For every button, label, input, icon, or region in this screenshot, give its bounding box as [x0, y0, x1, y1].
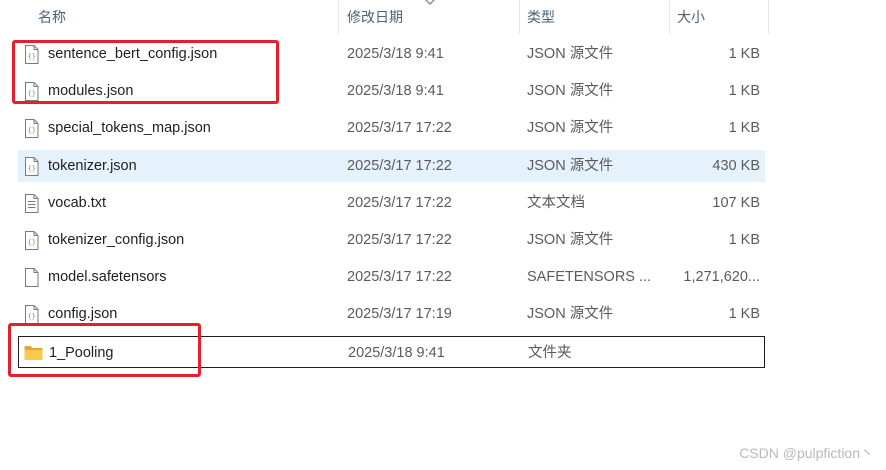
- file-name: tokenizer_config.json: [48, 232, 185, 248]
- file-row[interactable]: vocab.txt 2025/3/17 17:22 文本文档 107 KB: [18, 187, 765, 219]
- file-size: 1 KB: [728, 306, 760, 322]
- file-type: JSON 源文件: [527, 306, 614, 322]
- file-name: model.safetensors: [48, 269, 167, 285]
- file-name: tokenizer.json: [48, 158, 137, 174]
- column-header-date[interactable]: 修改日期: [347, 0, 403, 34]
- file-row[interactable]: {} tokenizer_config.json 2025/3/17 17:22…: [18, 224, 765, 256]
- file-type: JSON 源文件: [527, 46, 614, 62]
- json-file-icon: {}: [25, 157, 39, 176]
- file-size: 430 KB: [712, 158, 760, 174]
- file-explorer: 名称 修改日期 类型 大小 {} sentence_bert_config.js…: [0, 0, 886, 470]
- file-date: 2025/3/17 17:19: [347, 306, 452, 322]
- column-divider[interactable]: [768, 0, 769, 34]
- file-size: 1 KB: [728, 120, 760, 136]
- file-date: 2025/3/18 9:41: [347, 83, 444, 99]
- sort-chevron-icon: [425, 0, 435, 5]
- text-file-icon: [25, 194, 39, 213]
- svg-text:{}: {}: [28, 127, 36, 135]
- annotation-highlight-box: [12, 40, 279, 104]
- file-date: 2025/3/18 9:41: [348, 345, 445, 361]
- file-type: JSON 源文件: [527, 232, 614, 248]
- file-type: 文件夹: [528, 345, 572, 361]
- column-divider[interactable]: [519, 0, 520, 34]
- column-header-size[interactable]: 大小: [677, 0, 705, 34]
- file-size: 1 KB: [728, 46, 760, 62]
- file-row[interactable]: {} special_tokens_map.json 2025/3/17 17:…: [18, 112, 765, 144]
- column-divider[interactable]: [669, 0, 670, 34]
- generic-file-icon: [25, 268, 39, 287]
- file-type: 文本文档: [527, 195, 585, 211]
- file-size: 107 KB: [712, 195, 760, 211]
- svg-text:{}: {}: [28, 313, 36, 321]
- column-divider[interactable]: [338, 0, 339, 34]
- svg-text:{}: {}: [28, 165, 36, 173]
- json-file-icon: {}: [25, 119, 39, 138]
- file-date: 2025/3/17 17:22: [347, 195, 452, 211]
- file-date: 2025/3/17 17:22: [347, 232, 452, 248]
- annotation-highlight-box: [8, 323, 201, 377]
- file-size: 1 KB: [728, 83, 760, 99]
- file-size: 1 KB: [728, 232, 760, 248]
- file-date: 2025/3/17 17:22: [347, 158, 452, 174]
- file-size: 1,271,620...: [683, 269, 760, 285]
- json-file-icon: {}: [25, 305, 39, 324]
- file-row[interactable]: model.safetensors 2025/3/17 17:22 SAFETE…: [18, 261, 765, 293]
- file-date: 2025/3/17 17:22: [347, 120, 452, 136]
- svg-text:{}: {}: [28, 239, 36, 247]
- column-header: 名称 修改日期 类型 大小: [0, 0, 886, 34]
- column-header-type[interactable]: 类型: [527, 0, 555, 34]
- file-type: JSON 源文件: [527, 158, 614, 174]
- file-type: JSON 源文件: [527, 83, 614, 99]
- file-name: vocab.txt: [48, 195, 107, 211]
- file-date: 2025/3/18 9:41: [347, 46, 444, 62]
- column-header-name[interactable]: 名称: [38, 0, 66, 34]
- file-date: 2025/3/17 17:22: [347, 269, 452, 285]
- file-name: special_tokens_map.json: [48, 120, 211, 136]
- file-row[interactable]: {} tokenizer.json 2025/3/17 17:22 JSON 源…: [18, 150, 765, 182]
- watermark: CSDN @pulpfiction丶: [739, 445, 874, 461]
- file-type: SAFETENSORS ...: [527, 269, 652, 285]
- json-file-icon: {}: [25, 231, 39, 250]
- file-type: JSON 源文件: [527, 120, 614, 136]
